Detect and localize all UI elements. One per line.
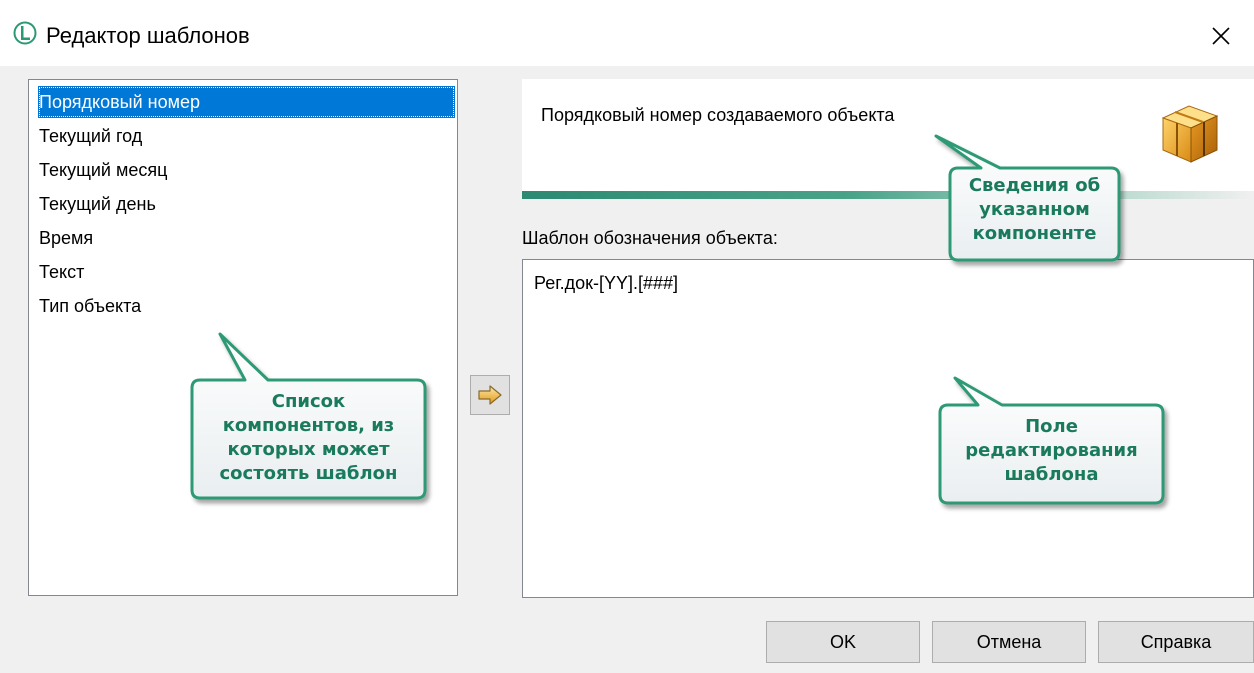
callout-editor-line: шаблона (1004, 464, 1099, 485)
list-item-object-type[interactable]: Тип объекта (39, 290, 141, 322)
callout-list-line: Список (271, 391, 346, 412)
callout-list-text: Список компонентов, из которых может сос… (192, 390, 425, 486)
callout-info-line: компоненте (972, 223, 1097, 244)
template-value: Рег.док-[YY].[###] (534, 273, 679, 293)
callout-info-text: Сведения об указанном компоненте (950, 174, 1119, 246)
callout-list-line: состоять шаблон (219, 463, 398, 484)
callout-editor-line: редактирования (965, 440, 1138, 461)
info-divider (522, 191, 1254, 199)
cancel-button[interactable]: Отмена (932, 621, 1086, 663)
list-item-current-month[interactable]: Текущий месяц (39, 154, 167, 186)
callout-info-line: Сведения об (968, 175, 1101, 196)
window-top-strip (0, 0, 1254, 12)
close-icon (1212, 27, 1230, 45)
help-button[interactable]: Справка (1098, 621, 1254, 663)
callout-editor-line: Поле (1025, 416, 1078, 437)
callout-info-line: указанном (979, 199, 1090, 220)
list-item-text[interactable]: Текст (39, 256, 84, 288)
add-component-button[interactable] (470, 375, 510, 415)
callout-editor-text: Поле редактирования шаблона (940, 415, 1163, 487)
window-title: Редактор шаблонов (46, 23, 250, 48)
arrow-right-icon (478, 385, 502, 405)
list-item-current-day[interactable]: Текущий день (39, 188, 156, 220)
callout-list-line: компонентов, из (222, 415, 395, 436)
close-button[interactable] (1196, 14, 1246, 58)
component-box-icon (1161, 105, 1219, 163)
list-item-time[interactable]: Время (39, 222, 93, 254)
list-item-sequence-number[interactable]: Порядковый номер (38, 86, 455, 118)
callout-list-line: которых может (227, 439, 390, 460)
component-description: Порядковый номер создаваемого объекта (541, 105, 895, 125)
list-item-current-year[interactable]: Текущий год (39, 120, 142, 152)
app-logo-icon (13, 21, 37, 45)
component-info-panel (522, 79, 1254, 191)
ok-button[interactable]: OK (766, 621, 920, 663)
template-label: Шаблон обозначения объекта: (522, 228, 778, 248)
components-list[interactable]: Порядковый номер Текущий год Текущий мес… (28, 79, 458, 596)
